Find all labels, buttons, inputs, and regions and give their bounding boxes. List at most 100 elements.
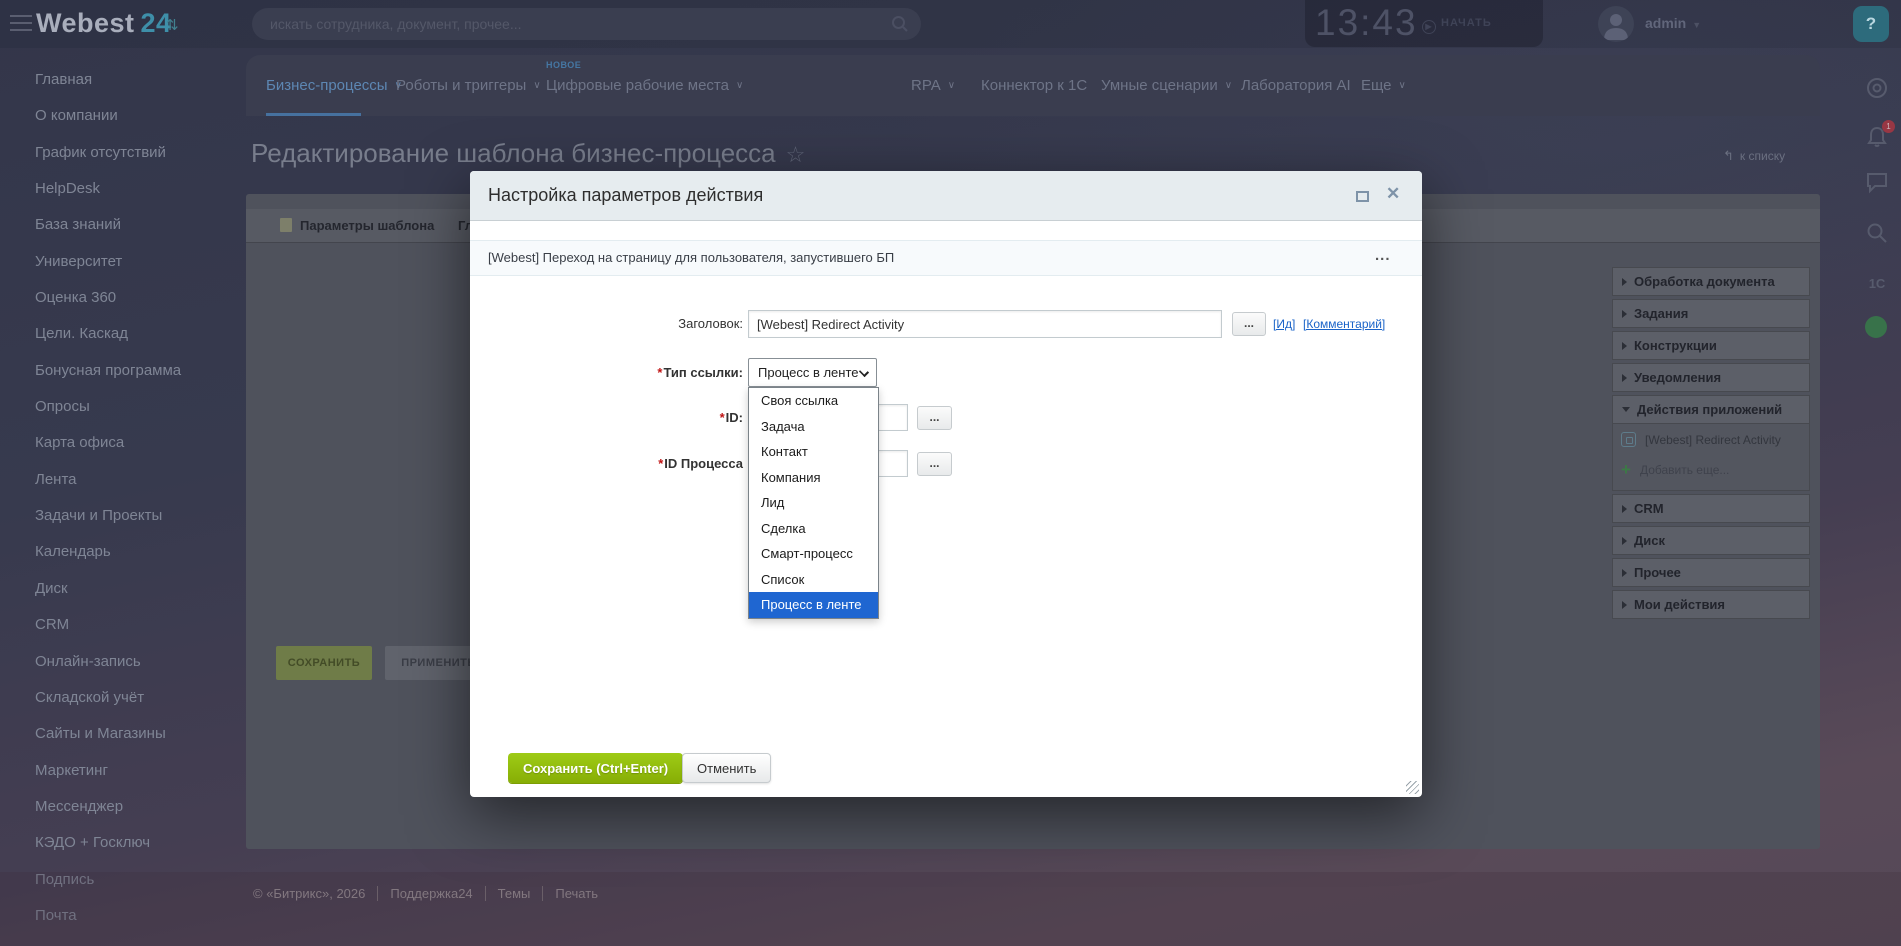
hamburger-menu-icon[interactable] [10, 15, 32, 33]
dropdown-option[interactable]: Своя ссылка [749, 388, 878, 414]
sidebar-item[interactable]: КЭДО + Госключ [0, 825, 240, 861]
link-type-dropdown: Своя ссылкаЗадачаКонтактКомпанияЛидСделк… [748, 387, 879, 619]
avatar[interactable] [1598, 6, 1634, 42]
process-id-more-button[interactable]: ... [917, 452, 952, 476]
dialog-save-button[interactable]: Сохранить (Ctrl+Enter) [508, 753, 683, 783]
sidebar-item[interactable]: Сайты и Магазины [0, 716, 240, 752]
tab-template-params[interactable]: Параметры шаблона [280, 209, 434, 243]
tab-1c-connector[interactable]: Коннектор к 1С [981, 55, 1087, 116]
dropdown-option[interactable]: Задача [749, 414, 878, 440]
title-field-input[interactable] [748, 310, 1222, 338]
sidebar-item[interactable]: График отсутствий [0, 135, 240, 171]
sidebar-item[interactable]: Мессенджер [0, 789, 240, 825]
dropdown-option[interactable]: Сделка [749, 516, 878, 542]
sidebar-item[interactable]: Цели. Каскад [0, 316, 240, 352]
sidebar-item[interactable]: HelpDesk [0, 171, 240, 207]
sidebar-item[interactable]: Главная [0, 62, 240, 98]
user-menu[interactable]: admin▼ [1645, 15, 1701, 31]
required-mark: * [657, 365, 662, 380]
sidebar-item[interactable]: Календарь [0, 534, 240, 570]
worktime-start-button[interactable]: ▶НАЧАТЬ [1422, 17, 1492, 34]
sidebar-item[interactable]: База знаний [0, 207, 240, 243]
chevron-down-icon: ∨ [948, 80, 955, 91]
palette-section-tasks[interactable]: Задания [1612, 299, 1810, 328]
palette-section-constructions[interactable]: Конструкции [1612, 331, 1810, 360]
activity-palette: Обработка документа Задания Конструкции … [1612, 267, 1810, 622]
id-more-button[interactable]: ... [917, 406, 952, 430]
logo[interactable]: Webest24 [36, 8, 172, 39]
tab-robots-triggers[interactable]: Роботы и триггеры∨ [396, 55, 541, 116]
search-icon[interactable] [891, 15, 909, 33]
palette-section-other[interactable]: Прочее [1612, 558, 1810, 587]
sidebar-item[interactable]: Карта офиса [0, 425, 240, 461]
notifications-bell-icon[interactable]: 1 [1865, 125, 1889, 149]
resize-grip[interactable] [1406, 781, 1419, 794]
sidebar-item[interactable]: Диск [0, 571, 240, 607]
palette-add-more[interactable]: +Добавить еще... [1621, 460, 1809, 480]
palette-section-document-processing[interactable]: Обработка документа [1612, 267, 1810, 296]
dropdown-option[interactable]: Процесс в ленте [749, 592, 878, 618]
sidebar-item[interactable]: О компании [0, 98, 240, 134]
help-button[interactable]: ? [1853, 6, 1889, 42]
favorite-star-icon[interactable]: ☆ [786, 142, 806, 167]
footer-item[interactable]: © «Битрикс», 2026 [253, 886, 365, 901]
close-icon[interactable]: ✕ [1386, 184, 1400, 204]
search-input[interactable] [252, 8, 921, 40]
palette-section-my-actions[interactable]: Мои действия [1612, 590, 1810, 619]
footer-item[interactable]: Поддержка24 [377, 886, 472, 901]
sidebar-item[interactable]: Онлайн-запись [0, 644, 240, 680]
tab-more[interactable]: Еще∨ [1361, 55, 1406, 116]
id-link[interactable]: [Ид] [1273, 314, 1295, 334]
maximize-icon[interactable] [1356, 191, 1369, 202]
search-widget-icon[interactable] [1865, 221, 1889, 245]
tab-ai-lab[interactable]: Лаборатория AI [1241, 55, 1351, 116]
worktime-widget[interactable]: 13:43 ▶НАЧАТЬ [1305, 0, 1543, 47]
sidebar-item[interactable]: Задачи и Проекты [0, 498, 240, 534]
chevron-down-icon [859, 367, 869, 377]
link-type-select[interactable]: Процесс в ленте [748, 358, 877, 387]
palette-section-notifications[interactable]: Уведомления [1612, 363, 1810, 392]
one-c-connector-icon[interactable]: 1С [1865, 272, 1889, 296]
target-icon[interactable] [1865, 76, 1889, 100]
palette-section-app-actions[interactable]: Действия приложений [1612, 395, 1810, 424]
sidebar-item[interactable]: Лента [0, 462, 240, 498]
sidebar-item[interactable]: Бонусная программа [0, 353, 240, 389]
dropdown-option[interactable]: Список [749, 567, 878, 593]
sidebar-item[interactable]: Оценка 360 [0, 280, 240, 316]
template-save-button[interactable]: СОХРАНИТЬ [276, 646, 372, 680]
dialog-cancel-button[interactable]: Отменить [682, 753, 771, 783]
palette-section-disk[interactable]: Диск [1612, 526, 1810, 555]
palette-app-actions-body: [Webest] Redirect Activity +Добавить еще… [1612, 424, 1810, 491]
tab-business-processes[interactable]: Бизнес-процессы∨ [266, 55, 402, 116]
sidebar-item[interactable]: Университет [0, 244, 240, 280]
tab-smart-scenarios[interactable]: Умные сценарии∨ [1101, 55, 1232, 116]
footer-item[interactable]: Темы [485, 886, 531, 901]
status-green-icon[interactable] [1865, 316, 1889, 340]
title-field-label: Заголовок: [470, 310, 743, 338]
page-title: Редактирование шаблона бизнес-процесса☆ [251, 138, 805, 169]
comment-link[interactable]: [Комментарий] [1303, 314, 1385, 334]
back-arrow-icon: ↰ [1723, 148, 1734, 163]
palette-section-crm[interactable]: CRM [1612, 494, 1810, 523]
sidebar-item[interactable]: Опросы [0, 389, 240, 425]
title-more-button[interactable]: ... [1232, 312, 1266, 336]
dropdown-option[interactable]: Компания [749, 465, 878, 491]
sidebar-item[interactable]: Складской учёт [0, 680, 240, 716]
portal-switch-icon[interactable]: ⇅ [166, 16, 179, 34]
back-to-list-link[interactable]: ↰к списку [1723, 148, 1785, 164]
footer-item[interactable]: Печать [542, 886, 598, 901]
dropdown-option[interactable]: Контакт [749, 439, 878, 465]
tab-digital-workplaces[interactable]: НОВОЕЦифровые рабочие места∨ [546, 55, 743, 116]
chevron-down-icon: ∨ [736, 80, 743, 91]
document-icon [280, 218, 292, 232]
app-icon [1621, 432, 1636, 447]
sidebar-item[interactable]: CRM [0, 607, 240, 643]
activity-menu-dots[interactable]: ... [1375, 241, 1391, 271]
chat-icon[interactable] [1865, 170, 1889, 194]
notification-badge: 1 [1882, 120, 1895, 133]
dropdown-option[interactable]: Смарт-процесс [749, 541, 878, 567]
sidebar-item[interactable]: Маркетинг [0, 753, 240, 789]
palette-app-activity-item[interactable]: [Webest] Redirect Activity [1621, 432, 1809, 448]
dropdown-option[interactable]: Лид [749, 490, 878, 516]
tab-rpa[interactable]: RPA∨ [911, 55, 955, 116]
